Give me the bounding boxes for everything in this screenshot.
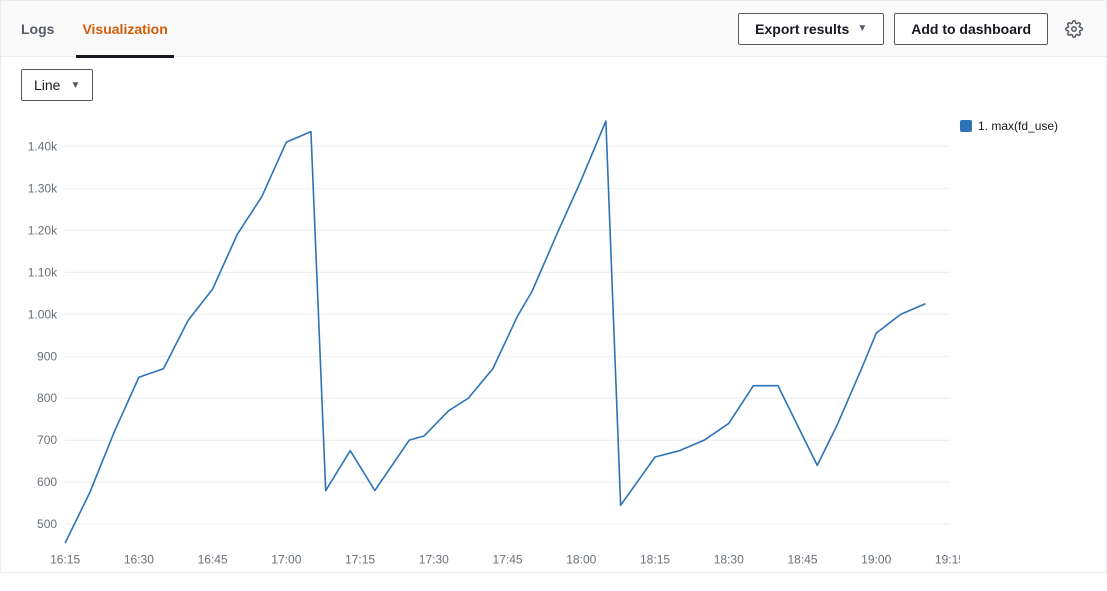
- svg-text:500: 500: [37, 517, 57, 531]
- legend-item[interactable]: 1. max(fd_use): [960, 119, 1090, 133]
- legend-label: 1. max(fd_use): [978, 119, 1058, 133]
- svg-text:1.00k: 1.00k: [28, 307, 58, 321]
- svg-text:1.20k: 1.20k: [28, 223, 58, 237]
- svg-text:16:30: 16:30: [124, 552, 154, 566]
- tab-visualization[interactable]: Visualization: [82, 1, 167, 57]
- svg-text:17:00: 17:00: [271, 552, 301, 566]
- svg-text:1.40k: 1.40k: [28, 139, 58, 153]
- button-label: Add to dashboard: [911, 21, 1031, 37]
- header-actions: Export results ▼ Add to dashboard: [738, 13, 1090, 45]
- chart-toolbar: Line ▼: [1, 57, 1106, 101]
- svg-text:1.10k: 1.10k: [28, 265, 58, 279]
- svg-text:700: 700: [37, 433, 57, 447]
- chart-type-select[interactable]: Line ▼: [21, 69, 93, 101]
- line-chart-svg: 500 600 700 800 900 1.00k 1.10k 1.20k 1.30k 1.40k…: [17, 111, 960, 575]
- svg-text:1.30k: 1.30k: [28, 181, 58, 195]
- svg-text:18:00: 18:00: [566, 552, 596, 566]
- svg-text:18:30: 18:30: [714, 552, 744, 566]
- chart-area: 500 600 700 800 900 1.00k 1.10k 1.20k 1.30k 1.40k…: [1, 101, 1106, 591]
- svg-text:17:30: 17:30: [419, 552, 449, 566]
- tab-label: Visualization: [82, 21, 167, 37]
- svg-text:600: 600: [37, 475, 57, 489]
- chart-legend: 1. max(fd_use): [960, 111, 1090, 575]
- gear-icon: [1065, 20, 1083, 38]
- svg-text:900: 900: [37, 349, 57, 363]
- caret-down-icon: ▼: [70, 80, 80, 91]
- panel-header: Logs Visualization Export results ▼ Add …: [1, 1, 1106, 57]
- tab-logs[interactable]: Logs: [21, 1, 54, 57]
- svg-text:16:15: 16:15: [50, 552, 80, 566]
- tabs: Logs Visualization: [21, 1, 168, 57]
- export-results-button[interactable]: Export results ▼: [738, 13, 884, 45]
- svg-text:17:15: 17:15: [345, 552, 375, 566]
- svg-text:800: 800: [37, 391, 57, 405]
- svg-text:19:00: 19:00: [861, 552, 891, 566]
- svg-text:17:45: 17:45: [493, 552, 523, 566]
- button-label: Export results: [755, 21, 849, 37]
- svg-text:19:15: 19:15: [935, 552, 960, 566]
- caret-down-icon: ▼: [857, 23, 867, 34]
- settings-button[interactable]: [1058, 13, 1090, 45]
- svg-text:18:15: 18:15: [640, 552, 670, 566]
- svg-text:16:45: 16:45: [198, 552, 228, 566]
- add-to-dashboard-button[interactable]: Add to dashboard: [894, 13, 1048, 45]
- chart-plot: 500 600 700 800 900 1.00k 1.10k 1.20k 1.30k 1.40k…: [17, 111, 960, 575]
- svg-text:18:45: 18:45: [787, 552, 817, 566]
- legend-swatch-icon: [960, 120, 972, 132]
- select-value: Line: [34, 77, 60, 93]
- results-panel: Logs Visualization Export results ▼ Add …: [0, 0, 1107, 573]
- tab-label: Logs: [21, 21, 54, 37]
